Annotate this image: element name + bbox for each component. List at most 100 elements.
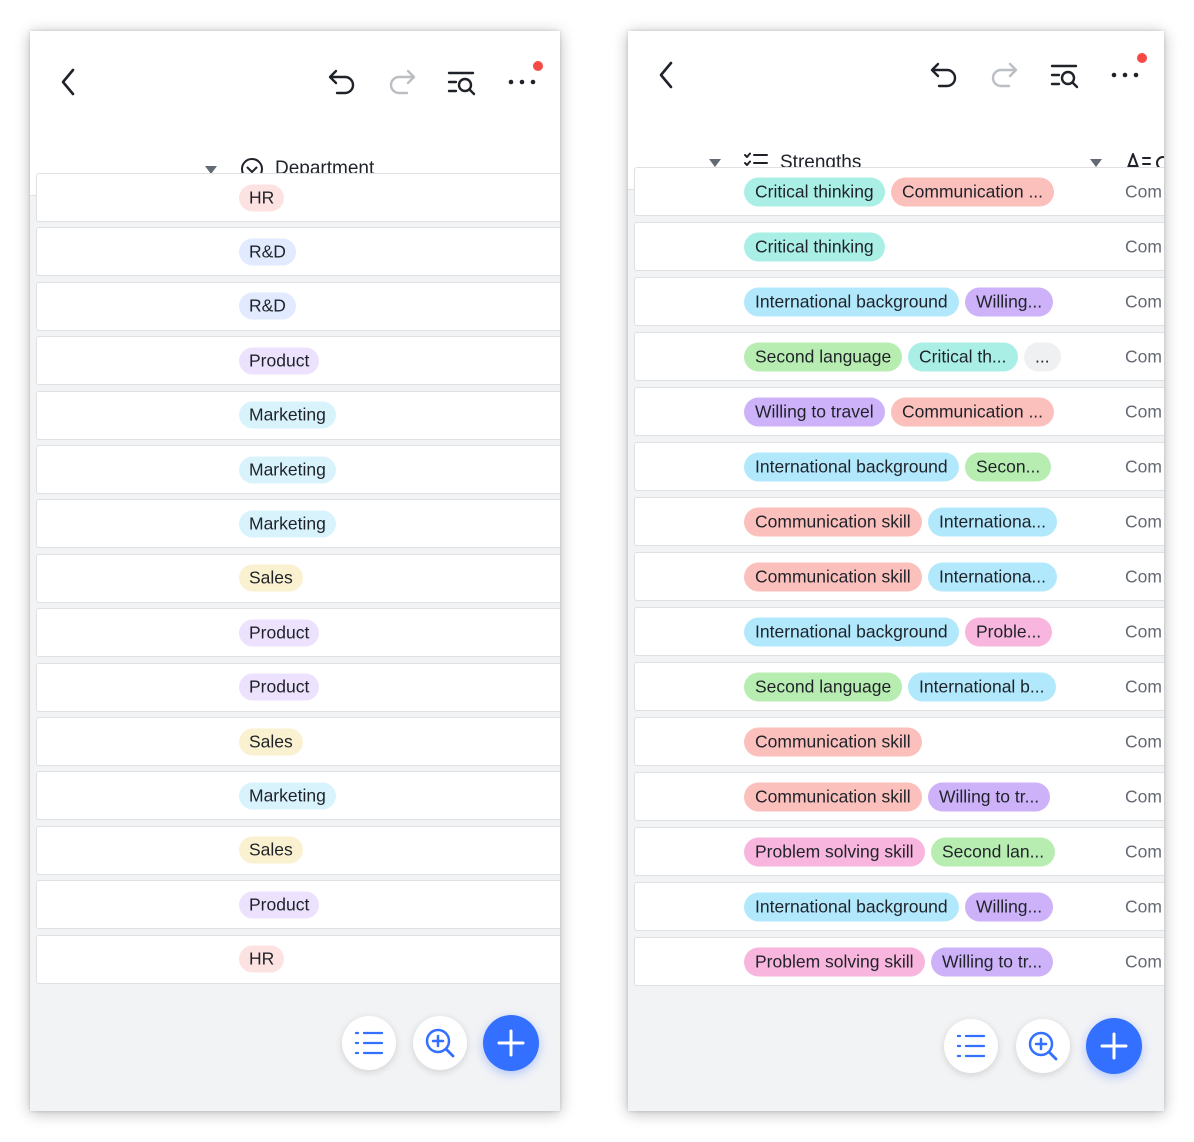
- strength-tag: Communication skill: [744, 782, 922, 811]
- strength-tag: Internationa...: [928, 562, 1058, 591]
- table-row[interactable]: Problem solving skill Willing to tr... Com: [634, 937, 1164, 986]
- table-row[interactable]: HR: [36, 173, 560, 222]
- department-tag: Marketing: [239, 782, 336, 810]
- next-column-cell: Com: [1125, 236, 1162, 256]
- strength-tag: Willing to travel: [744, 397, 885, 426]
- strengths-cell[interactable]: International background Willing...: [744, 278, 1079, 325]
- more-icon: [1111, 72, 1139, 78]
- zoom-in-button[interactable]: [1016, 1019, 1070, 1073]
- more-button[interactable]: [1107, 58, 1143, 92]
- top-toolbar: [30, 31, 560, 127]
- next-column-cell: Com: [1125, 456, 1162, 476]
- table-row[interactable]: Product: [36, 880, 560, 930]
- department-tag: Product: [239, 619, 320, 647]
- strength-tag: Second language: [744, 672, 903, 701]
- department-tag: HR: [239, 945, 285, 973]
- next-column-cell: Com: [1125, 566, 1162, 586]
- strengths-cell[interactable]: Second language Critical th......: [744, 333, 1079, 380]
- strengths-cell[interactable]: International background Secon...: [744, 443, 1079, 490]
- table-row[interactable]: HR: [36, 934, 560, 984]
- table-row[interactable]: Product: [36, 662, 560, 712]
- table-row[interactable]: Second language Critical th...... Com: [634, 332, 1164, 381]
- department-tag: Sales: [239, 564, 303, 592]
- zoom-in-button[interactable]: [413, 1016, 467, 1070]
- table-row[interactable]: Communication skill Internationa... Com: [634, 552, 1164, 601]
- strength-tag: Communication ...: [891, 177, 1055, 206]
- strength-tag: International background: [744, 287, 959, 316]
- table-row[interactable]: Product: [36, 336, 560, 386]
- strengths-cell[interactable]: Problem solving skill Second lan...: [744, 828, 1079, 875]
- back-button[interactable]: [652, 58, 680, 92]
- table-row[interactable]: International background Willing... Com: [634, 277, 1164, 326]
- undo-button[interactable]: [926, 58, 962, 92]
- table-row[interactable]: Marketing: [36, 390, 560, 440]
- table-row[interactable]: Second language International b... Com: [634, 662, 1164, 711]
- redo-button[interactable]: [384, 65, 420, 99]
- table-row[interactable]: Communication skill Com: [634, 717, 1164, 766]
- strengths-cell[interactable]: Critical thinking Communication ...: [744, 168, 1079, 215]
- strength-tag: Communication skill: [744, 562, 922, 591]
- strength-tag: International b...: [908, 672, 1056, 701]
- strength-tag: Critical thinking: [744, 232, 885, 261]
- table-row[interactable]: Critical thinking Com: [634, 222, 1164, 271]
- undo-icon: [328, 69, 355, 95]
- add-record-button[interactable]: [1086, 1018, 1142, 1074]
- strength-tag: International background: [744, 892, 959, 921]
- department-tag: R&D: [239, 292, 296, 320]
- table-row[interactable]: Sales: [36, 553, 560, 603]
- search-view-button[interactable]: [444, 65, 480, 99]
- add-record-button[interactable]: [483, 1015, 539, 1071]
- strengths-cell[interactable]: International background Willing...: [744, 883, 1079, 930]
- strength-tag: Problem solving skill: [744, 837, 925, 866]
- table-row[interactable]: Sales: [36, 825, 560, 875]
- dropdown-caret-icon[interactable]: [1090, 159, 1102, 167]
- strengths-cell[interactable]: Communication skill Internationa...: [744, 553, 1079, 600]
- strength-tag: Proble...: [965, 617, 1053, 646]
- table-row[interactable]: Sales: [36, 717, 560, 766]
- undo-button[interactable]: [324, 65, 360, 99]
- table-row[interactable]: International background Proble... Com: [634, 607, 1164, 656]
- list-view-button[interactable]: [944, 1019, 998, 1073]
- department-tag: Sales: [239, 836, 303, 864]
- strength-tag: Communication skill: [744, 507, 922, 536]
- table-row[interactable]: Marketing: [36, 771, 560, 821]
- table-row[interactable]: R&D: [36, 281, 560, 331]
- department-tag: Product: [239, 347, 320, 375]
- table-row[interactable]: Willing to travel Communication ... Com: [634, 387, 1164, 436]
- table-row[interactable]: R&D: [36, 227, 560, 277]
- back-icon: [659, 61, 673, 89]
- strengths-cell[interactable]: International background Proble...: [744, 608, 1079, 655]
- search-view-icon: [447, 71, 476, 96]
- search-view-button[interactable]: [1047, 58, 1083, 92]
- table-row[interactable]: International background Secon... Com: [634, 442, 1164, 491]
- list-view-button[interactable]: [342, 1016, 396, 1070]
- strengths-cell[interactable]: Second language International b...: [744, 663, 1079, 710]
- redo-button[interactable]: [986, 58, 1022, 92]
- strengths-cell[interactable]: Communication skill Willing to tr...: [744, 773, 1079, 820]
- table-row[interactable]: Critical thinking Communication ... Com: [634, 167, 1164, 216]
- table-row[interactable]: Communication skill Internationa... Com: [634, 497, 1164, 546]
- table-row[interactable]: Communication skill Willing to tr... Com: [634, 772, 1164, 821]
- back-button[interactable]: [54, 65, 82, 99]
- add-icon: [497, 1029, 525, 1057]
- strengths-cell[interactable]: Communication skill: [744, 718, 1079, 765]
- department-tag: Marketing: [239, 510, 336, 538]
- strengths-cell[interactable]: Willing to travel Communication ...: [744, 388, 1079, 435]
- table-row[interactable]: Marketing: [36, 499, 560, 549]
- next-column-cell: Com: [1125, 291, 1162, 311]
- dropdown-caret-icon[interactable]: [709, 159, 721, 167]
- strengths-cell[interactable]: Problem solving skill Willing to tr...: [744, 938, 1079, 985]
- strength-tag: ...: [1024, 342, 1061, 371]
- table-row[interactable]: International background Willing... Com: [634, 882, 1164, 931]
- strength-tag: Willing...: [965, 287, 1054, 316]
- table-row[interactable]: Product: [36, 608, 560, 658]
- table-row[interactable]: Marketing: [36, 445, 560, 494]
- next-column-cell: Com: [1125, 346, 1162, 366]
- strength-tag: International background: [744, 452, 959, 481]
- strength-tag: Communication ...: [891, 397, 1055, 426]
- strength-tag: Willing to tr...: [931, 947, 1054, 976]
- table-row[interactable]: Problem solving skill Second lan... Com: [634, 827, 1164, 876]
- strengths-cell[interactable]: Critical thinking: [744, 223, 1079, 270]
- strength-tag: Willing to tr...: [928, 782, 1051, 811]
- strengths-cell[interactable]: Communication skill Internationa...: [744, 498, 1079, 545]
